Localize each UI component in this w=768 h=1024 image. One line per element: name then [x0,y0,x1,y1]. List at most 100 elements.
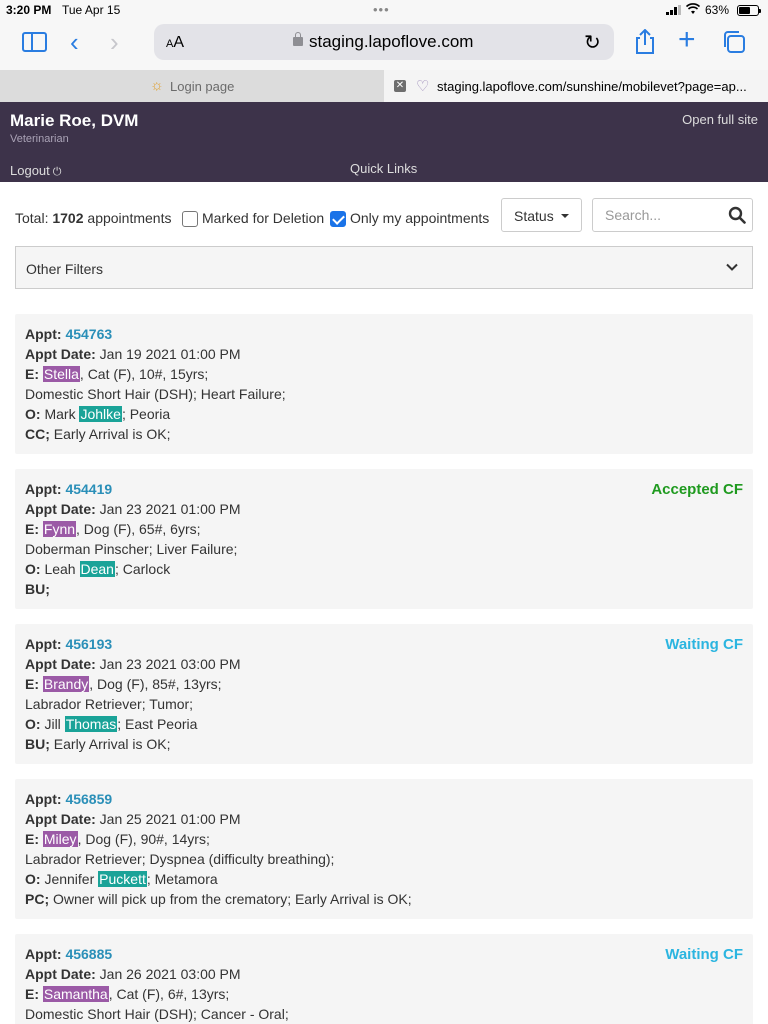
site-header: Marie Roe, DVM Veterinarian Open full si… [0,102,768,182]
appointment-card[interactable]: Appt: 456885 Appt Date: Jan 26 2021 03:00… [15,934,753,1024]
other-filters-toggle[interactable]: Other Filters [15,246,753,289]
reader-aa-button[interactable]: AA [166,34,184,52]
pet-line: E: Brandy, Dog (F), 85#, 13yrs; [25,676,222,692]
wifi-icon [686,3,700,14]
appt-date-line: Appt Date: Jan 26 2021 03:00 PM [25,966,241,982]
browser-toolbar: ‹ › AA staging.lapoflove.com ↻ + [0,20,768,70]
pet-line: E: Samantha, Cat (F), 6#, 13yrs; [25,986,230,1002]
pet-name: Stella [42,366,80,382]
appointment-status: Waiting CF [665,636,743,653]
address-bar[interactable]: AA staging.lapoflove.com ↻ [154,24,614,60]
code-note: Early Arrival is OK; [53,736,171,752]
owner-first-name: Jennifer [44,871,95,887]
multitask-dots-icon[interactable]: ••• [373,2,390,17]
appointment-status: Accepted CF [651,481,743,498]
marked-for-deletion-label[interactable]: Marked for Deletion [202,210,324,226]
tab-strip: ☼ Login page ✕ ♡ staging.lapoflove.com/s… [0,70,768,102]
tab-title: Login page [170,79,235,94]
pet-info: , Cat (F), 6#, 13yrs; [108,986,230,1002]
quick-links-menu[interactable]: Quick Links [350,161,417,176]
owner-first-name: Mark [44,406,76,422]
share-icon[interactable] [634,29,656,55]
appt-number-link[interactable]: 456885 [65,946,112,962]
code-line: PC; Owner will pick up from the cremator… [25,891,412,907]
logout-label: Logout [10,163,50,178]
owner-line: O: Jennifer Puckett; Metamora [25,871,218,887]
new-tab-icon[interactable]: + [678,25,696,55]
status-date: Tue Apr 15 [62,3,121,17]
battery-icon [737,5,761,16]
only-my-appointments-checkbox[interactable] [330,211,346,227]
pet-info: , Cat (F), 10#, 15yrs; [79,366,209,382]
appt-number-link[interactable]: 454763 [65,326,112,342]
caret-down-icon [561,214,569,218]
url-text[interactable]: staging.lapoflove.com [309,32,473,52]
owner-city: ; Peoria [121,406,171,422]
code-line: BU; Early Arrival is OK; [25,736,171,752]
logout-link[interactable]: Logout ⏻ [10,163,61,179]
tab-title: staging.lapoflove.com/sunshine/mobilevet… [437,79,747,94]
marked-for-deletion-checkbox[interactable] [182,211,198,227]
appt-number-line: Appt: 456859 [25,791,113,807]
appointment-card[interactable]: Appt: 454763 Appt Date: Jan 19 2021 01:00… [15,314,753,454]
chevron-down-icon [726,263,738,271]
tabs-overview-icon[interactable] [722,30,746,54]
owner-last-name: Thomas [64,716,118,732]
status-dropdown[interactable]: Status [501,198,582,232]
battery-percent: 63% [705,3,730,17]
pet-line: E: Miley, Dog (F), 90#, 14yrs; [25,831,210,847]
search-input[interactable] [593,199,723,231]
pet-info: , Dog (F), 65#, 6yrs; [76,521,201,537]
appt-number-link[interactable]: 456859 [65,791,112,807]
appt-date-line: Appt Date: Jan 19 2021 01:00 PM [25,346,241,362]
back-icon[interactable]: ‹ [70,29,79,55]
breed-line: Labrador Retriever; Tumor; [25,696,194,712]
status-time: 3:20 PM [6,3,52,17]
pet-name: Brandy [42,676,90,692]
appt-number-link[interactable]: 454419 [65,481,112,497]
owner-line: O: Leah Dean; Carlock [25,561,171,577]
appt-date: Jan 23 2021 01:00 PM [99,501,241,517]
code-note: Owner will pick up from the crematory; E… [53,891,412,907]
appt-date-line: Appt Date: Jan 23 2021 03:00 PM [25,656,241,672]
appt-date: Jan 23 2021 03:00 PM [99,656,241,672]
owner-first-name: Leah [44,561,76,577]
breed-line: Labrador Retriever; Dyspnea (difficulty … [25,851,335,867]
appointment-card[interactable]: Appt: 454419 Appt Date: Jan 23 2021 01:00… [15,469,753,609]
tab-login-page[interactable]: ☼ Login page [0,70,384,102]
search-icon[interactable] [728,206,746,224]
user-role: Veterinarian [10,133,69,145]
appointment-status: Waiting CF [665,946,743,963]
appt-number-line: Appt: 454763 [25,326,113,342]
owner-last-name: Puckett [98,871,147,887]
close-tab-icon[interactable]: ✕ [394,80,406,92]
search-box [592,198,753,232]
owner-line: O: Mark Johlke; Peoria [25,406,171,422]
owner-last-name: Johlke [79,406,122,422]
appt-date: Jan 25 2021 01:00 PM [99,811,241,827]
owner-city: ; East Peoria [117,716,198,732]
pet-line: E: Stella, Cat (F), 10#, 15yrs; [25,366,209,382]
owner-line: O: Jill Thomas; East Peoria [25,716,198,732]
appt-number-link[interactable]: 456193 [65,636,112,652]
total-count: Total: 1702 appointments [15,210,172,226]
sidebar-toggle-icon[interactable] [22,32,47,52]
tab-mobilevet[interactable]: ✕ ♡ staging.lapoflove.com/sunshine/mobil… [384,70,768,102]
appt-number-line: Appt: 454419 [25,481,113,497]
appointment-card[interactable]: Appt: 456859 Appt Date: Jan 25 2021 01:00… [15,779,753,919]
owner-last-name: Dean [79,561,115,577]
reload-icon[interactable]: ↻ [584,30,601,55]
appointment-card[interactable]: Appt: 456193 Appt Date: Jan 23 2021 03:00… [15,624,753,764]
owner-city: ; Metamora [146,871,218,887]
other-filters-label: Other Filters [26,261,104,277]
only-my-appointments-label[interactable]: Only my appointments [350,210,489,226]
appt-date-line: Appt Date: Jan 25 2021 01:00 PM [25,811,241,827]
appt-number-line: Appt: 456885 [25,946,113,962]
open-full-site-link[interactable]: Open full site [682,112,758,127]
pet-info: , Dog (F), 85#, 13yrs; [89,676,222,692]
appt-date: Jan 26 2021 03:00 PM [99,966,241,982]
pet-line: E: Fynn, Dog (F), 65#, 6yrs; [25,521,201,537]
user-name: Marie Roe, DVM [10,111,139,130]
forward-icon[interactable]: › [110,29,119,55]
filter-bar: Total: 1702 appointments Marked for Dele… [0,182,768,302]
